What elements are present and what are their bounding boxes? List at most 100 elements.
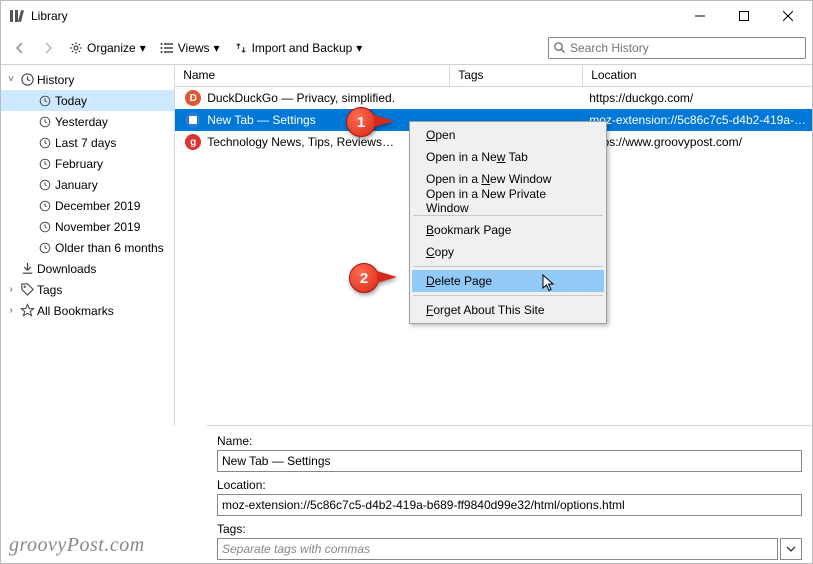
tag-icon: [19, 282, 35, 298]
sidebar-label: History: [37, 73, 74, 87]
sidebar-label: Downloads: [37, 262, 96, 276]
cm-forget[interactable]: Forget About This Site: [412, 299, 604, 321]
separator: [413, 295, 603, 296]
clock-icon: [37, 114, 53, 130]
sidebar: ˅ History Today Yesterday Last 7 days Fe…: [1, 65, 175, 426]
toolbar: Organize ▾ Views ▾ Import and Backup ▾: [1, 31, 812, 65]
clock-icon: [37, 219, 53, 235]
cm-delete-page[interactable]: Delete Page: [412, 270, 604, 292]
separator: [413, 215, 603, 216]
sidebar-item-dec2019[interactable]: December 2019: [1, 195, 174, 216]
clock-icon: [37, 93, 53, 109]
sidebar-label: December 2019: [55, 199, 140, 213]
import-backup-label: Import and Backup: [252, 41, 353, 55]
row-title: DuckDuckGo — Privacy, simplified.: [207, 91, 395, 105]
cm-copy[interactable]: Copy: [412, 241, 604, 263]
details-panel: Name: Location: Tags:: [207, 425, 812, 563]
sidebar-item-downloads[interactable]: Downloads: [1, 258, 174, 279]
sidebar-label: February: [55, 157, 103, 171]
sidebar-item-today[interactable]: Today: [1, 90, 174, 111]
sidebar-item-all-bookmarks[interactable]: › All Bookmarks: [1, 300, 174, 321]
sidebar-label: January: [55, 178, 98, 192]
favicon: g: [185, 134, 201, 150]
chevron-right-icon[interactable]: ›: [5, 284, 17, 295]
search-icon: [553, 41, 566, 54]
back-button[interactable]: [7, 35, 33, 61]
clock-icon: [37, 135, 53, 151]
organize-label: Organize: [87, 41, 136, 55]
sidebar-item-tags[interactable]: › Tags: [1, 279, 174, 300]
maximize-button[interactable]: [722, 2, 766, 30]
clock-icon: [37, 198, 53, 214]
sidebar-label: Tags: [37, 283, 62, 297]
column-location[interactable]: Location: [583, 65, 812, 86]
column-tags[interactable]: Tags: [450, 65, 583, 86]
sidebar-item-older[interactable]: Older than 6 months: [1, 237, 174, 258]
cm-bookmark[interactable]: Bookmark Page: [412, 219, 604, 241]
list-icon: [160, 41, 174, 55]
views-menu[interactable]: Views ▾: [154, 35, 226, 61]
organize-menu[interactable]: Organize ▾: [63, 35, 152, 61]
favicon: D: [185, 90, 201, 106]
column-headers: Name Tags Location: [175, 65, 812, 87]
sidebar-item-history[interactable]: ˅ History: [1, 69, 174, 90]
separator: [413, 266, 603, 267]
tags-label: Tags:: [217, 522, 802, 536]
row-location: moz-extension://5c86c7c5-d4b2-419a-…: [583, 113, 812, 127]
sidebar-label: Today: [55, 94, 87, 108]
sidebar-label: Yesterday: [55, 115, 108, 129]
chevron-down-icon: ▾: [356, 41, 362, 55]
sidebar-label: Last 7 days: [55, 136, 116, 150]
name-field[interactable]: [217, 450, 802, 472]
history-row[interactable]: D DuckDuckGo — Privacy, simplified. https…: [175, 87, 812, 109]
context-menu: Open Open in a New Tab Open in a New Win…: [409, 121, 607, 324]
callout-2: 2: [347, 261, 381, 295]
chevron-down-icon: ▾: [214, 41, 220, 55]
minimize-button[interactable]: [678, 2, 722, 30]
cursor-icon: [542, 274, 556, 292]
clock-icon: [37, 177, 53, 193]
sidebar-item-february[interactable]: February: [1, 153, 174, 174]
star-icon: [19, 303, 35, 319]
sidebar-item-january[interactable]: January: [1, 174, 174, 195]
window-controls: [678, 2, 810, 30]
sidebar-label: November 2019: [55, 220, 140, 234]
search-input[interactable]: [570, 41, 801, 55]
import-backup-menu[interactable]: Import and Backup ▾: [228, 35, 369, 61]
forward-button[interactable]: [35, 35, 61, 61]
sidebar-item-yesterday[interactable]: Yesterday: [1, 111, 174, 132]
sidebar-item-last7days[interactable]: Last 7 days: [1, 132, 174, 153]
firefox-library-icon: [9, 8, 25, 24]
name-label: Name:: [217, 434, 802, 448]
clock-icon: [37, 240, 53, 256]
tags-field[interactable]: [217, 538, 778, 560]
window-title: Library: [31, 9, 678, 23]
column-name[interactable]: Name: [175, 65, 450, 86]
tags-dropdown-button[interactable]: [780, 538, 802, 560]
cm-open[interactable]: Open: [412, 124, 604, 146]
row-title: New Tab — Settings: [207, 113, 316, 127]
watermark: groovyPost.com: [9, 534, 145, 557]
chevron-down-icon[interactable]: ˅: [5, 74, 17, 85]
close-button[interactable]: [766, 2, 810, 30]
titlebar: Library: [1, 1, 812, 31]
row-location: https://www.groovypost.com/: [583, 135, 812, 149]
search-history-box[interactable]: [548, 37, 806, 59]
sidebar-label: All Bookmarks: [37, 304, 114, 318]
sidebar-label: Older than 6 months: [55, 241, 164, 255]
clock-icon: [37, 156, 53, 172]
row-location: https://duckgo.com/: [583, 91, 812, 105]
views-label: Views: [178, 41, 210, 55]
download-icon: [19, 261, 35, 277]
location-label: Location:: [217, 478, 802, 492]
favicon: [185, 112, 201, 128]
callout-1: 1: [344, 105, 378, 139]
gear-icon: [69, 41, 83, 55]
chevron-right-icon[interactable]: ›: [5, 305, 17, 316]
cm-open-new-tab[interactable]: Open in a New Tab: [412, 146, 604, 168]
cm-open-private[interactable]: Open in a New Private Window: [412, 190, 604, 212]
import-export-icon: [234, 41, 248, 55]
body: ˅ History Today Yesterday Last 7 days Fe…: [1, 65, 812, 426]
location-field[interactable]: [217, 494, 802, 516]
sidebar-item-nov2019[interactable]: November 2019: [1, 216, 174, 237]
